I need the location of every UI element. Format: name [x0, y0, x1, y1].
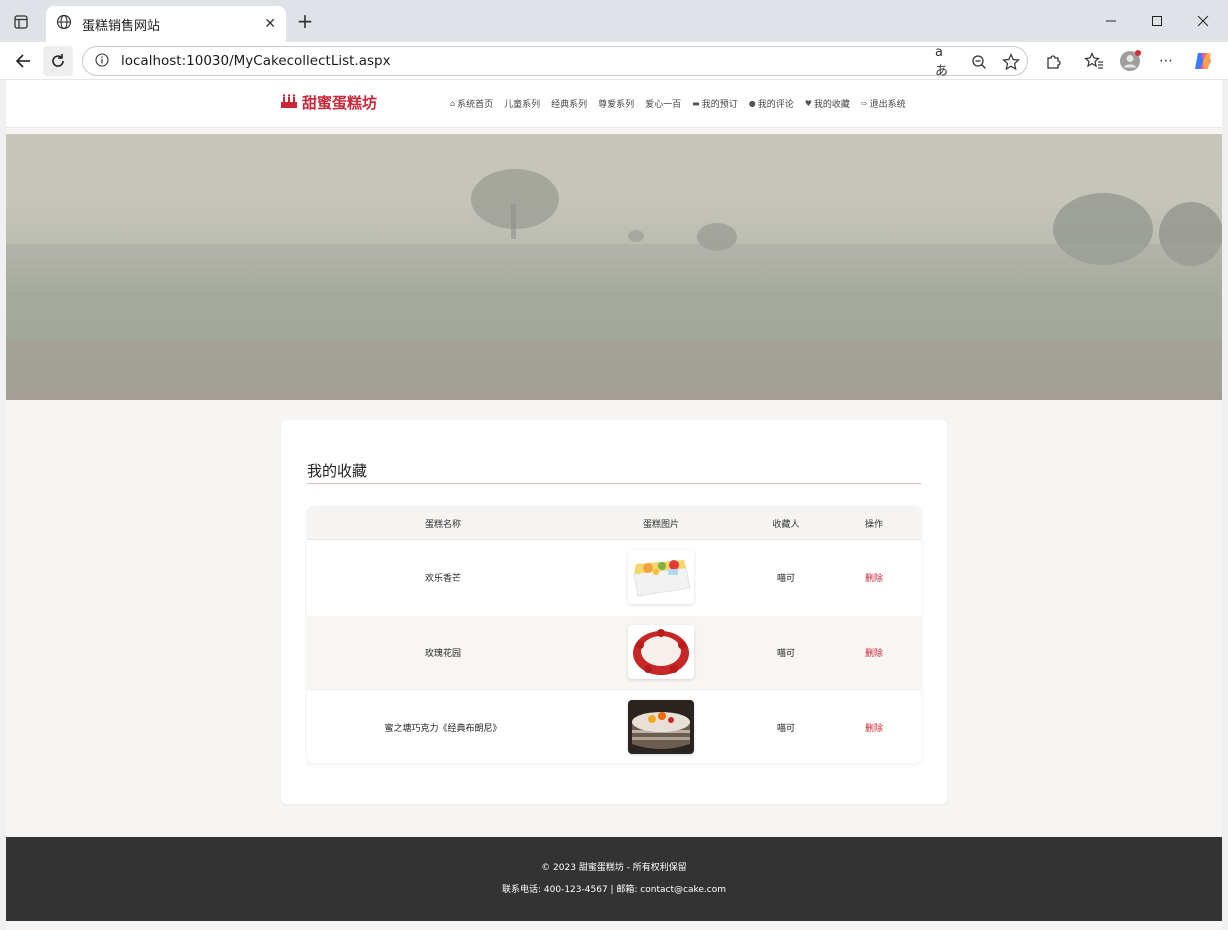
tab-close-icon[interactable]: ✕	[264, 16, 276, 32]
site-logo[interactable]: 甜蜜蛋糕坊	[280, 92, 377, 113]
table-header: 蛋糕名称 蛋糕图片 收藏人 操作	[307, 506, 921, 540]
favorites-icon[interactable]	[1083, 50, 1105, 72]
cake-image-fruit	[628, 550, 694, 604]
tab-title: 蛋糕销售网站	[82, 18, 161, 34]
page-title: 我的收藏	[307, 462, 368, 480]
back-icon[interactable]	[8, 46, 38, 76]
home-icon: ⌂	[450, 99, 456, 108]
menu-item-orders[interactable]: ▬ 我的预订	[692, 97, 738, 110]
card-icon: ▬	[692, 99, 700, 108]
comments-icon: ●	[748, 99, 756, 108]
more-menu-icon[interactable]: ⋯	[1155, 50, 1177, 72]
logo-text: 甜蜜蛋糕坊	[302, 94, 378, 112]
copilot-icon[interactable]	[1192, 50, 1214, 72]
page-viewport: 甜蜜蛋糕坊 ⌂ 系统首页 儿童系列 经典系列 尊爱系列 爱心一百 ▬ 我的预订 ● 我…	[6, 80, 1222, 930]
menu-item-love[interactable]: 爱心一百	[645, 97, 681, 110]
table-row: 欢乐香芒 喵可 删除	[307, 541, 921, 616]
main-menu: ⌂ 系统首页 儿童系列 经典系列 尊爱系列 爱心一百 ▬ 我的预订 ● 我的评论 ♥ 我…	[450, 97, 906, 110]
cake-name: 蜜之塘巧克力《经典布朗尼》	[384, 724, 502, 734]
address-bar[interactable]: localhost:10030/MyCakecollectList.aspx a…	[82, 45, 1028, 79]
favorites-card: 我的收藏 蛋糕名称 蛋糕图片 收藏人 操作 欢乐香芒 喵可 删除 玫瑰花园 喵可…	[281, 420, 947, 804]
table-row: 玫瑰花园 喵可 删除	[307, 616, 921, 691]
site-header: 甜蜜蛋糕坊 ⌂ 系统首页 儿童系列 经典系列 尊爱系列 爱心一百 ▬ 我的预订 ● 我…	[6, 80, 1222, 128]
browser-toolbar: localhost:10030/MyCakecollectList.aspx a…	[0, 42, 1228, 80]
cake-image-chocolate	[628, 700, 694, 754]
column-header-action: 操作	[864, 520, 884, 530]
close-window-icon[interactable]	[1188, 8, 1218, 34]
tab-actions-icon[interactable]	[8, 10, 34, 34]
delete-link[interactable]: 删除	[865, 721, 883, 734]
column-header-image: 蛋糕图片	[642, 520, 680, 530]
zoom-out-icon[interactable]	[969, 52, 989, 72]
cake-image-rose	[628, 625, 694, 679]
favorites-table: 蛋糕名称 蛋糕图片 收藏人 操作 欢乐香芒 喵可 删除 玫瑰花园 喵可 删除 蜜…	[307, 506, 921, 763]
extensions-icon[interactable]	[1042, 50, 1064, 72]
minimize-icon[interactable]	[1096, 8, 1126, 34]
refresh-icon[interactable]	[43, 46, 73, 76]
read-aloud-icon[interactable]: aあ	[935, 45, 955, 79]
favorite-star-icon[interactable]	[1001, 52, 1021, 72]
cake-name: 欢乐香芒	[424, 574, 462, 584]
url-text: localhost:10030/MyCakecollectList.aspx	[121, 53, 391, 69]
menu-item-classic[interactable]: 经典系列	[551, 97, 587, 110]
cake-name: 玫瑰花园	[424, 649, 462, 659]
menu-item-home[interactable]: ⌂ 系统首页	[450, 97, 493, 110]
menu-item-premium[interactable]: 尊爱系列	[598, 97, 634, 110]
new-tab-icon[interactable]: +	[294, 9, 316, 33]
profile-avatar-icon[interactable]	[1119, 50, 1141, 72]
title-divider	[307, 483, 921, 484]
footer-contact: 联系电话: 400-123-4567 | 邮箱: contact@cake.co…	[502, 885, 726, 895]
globe-icon	[56, 14, 72, 34]
menu-item-kids[interactable]: 儿童系列	[504, 97, 540, 110]
menu-item-favorites[interactable]: ♥ 我的收藏	[805, 97, 850, 110]
collector-name: 喵可	[776, 724, 796, 734]
site-footer: © 2023 甜蜜蛋糕坊 - 所有权利保留 联系电话: 400-123-4567…	[6, 837, 1222, 921]
collector-name: 喵可	[776, 574, 796, 584]
table-row: 蜜之塘巧克力《经典布朗尼》 喵可 删除	[307, 691, 921, 763]
column-header-name: 蛋糕名称	[424, 520, 462, 530]
info-icon[interactable]	[95, 52, 109, 71]
browser-tab-bar: 蛋糕销售网站 ✕ +	[0, 0, 1228, 42]
collector-name: 喵可	[776, 649, 796, 659]
heart-icon: ♥	[804, 99, 812, 108]
banner-image	[6, 134, 1222, 400]
browser-tab[interactable]: 蛋糕销售网站 ✕	[46, 6, 286, 42]
footer-copyright: © 2023 甜蜜蛋糕坊 - 所有权利保留	[541, 863, 687, 873]
cake-icon	[280, 93, 298, 113]
menu-item-logout[interactable]: ⇨ 退出系统	[861, 97, 906, 110]
delete-link[interactable]: 删除	[865, 571, 883, 584]
logout-icon: ⇨	[860, 99, 868, 108]
maximize-icon[interactable]	[1142, 8, 1172, 34]
delete-link[interactable]: 删除	[865, 646, 883, 659]
column-header-collector: 收藏人	[772, 520, 800, 530]
menu-item-comments[interactable]: ● 我的评论	[749, 97, 794, 110]
